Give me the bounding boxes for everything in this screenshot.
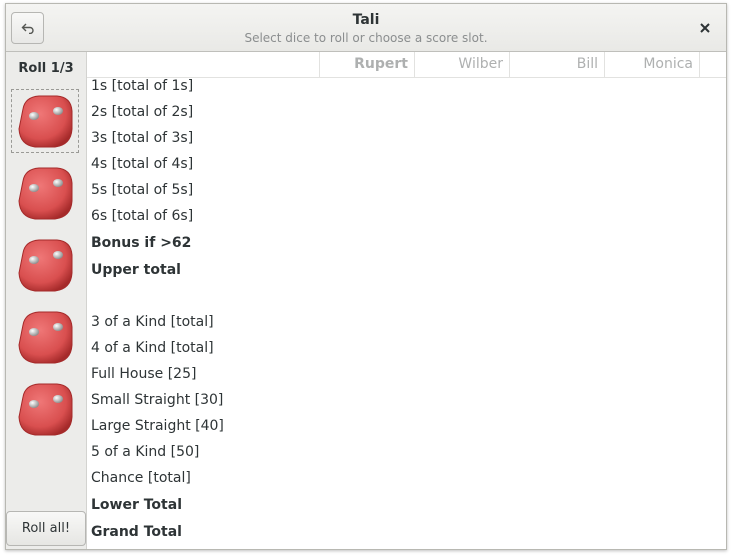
- roll-all-button[interactable]: Roll all!: [6, 511, 86, 546]
- score-row-label[interactable]: 4s [total of 4s]: [91, 156, 193, 172]
- score-row-label[interactable]: Small Straight [30]: [91, 392, 223, 408]
- score-row-label[interactable]: 5 of a Kind [50]: [91, 444, 199, 460]
- close-icon: [700, 23, 710, 33]
- dice-sidebar: Roll 1/3 Roll all!: [6, 52, 87, 549]
- roll-counter: Roll 1/3: [18, 61, 74, 76]
- score-table-header: Rupert Wilber Bill Monica: [87, 52, 726, 78]
- die-5[interactable]: [11, 377, 79, 441]
- window-title: Tali: [352, 12, 380, 28]
- score-row-label[interactable]: Full House [25]: [91, 366, 196, 382]
- score-row-label: Lower Total: [91, 497, 182, 513]
- player-column-monica: Monica: [604, 52, 699, 77]
- header-bar: Tali Select dice to roll or choose a sco…: [6, 4, 726, 52]
- score-row-label[interactable]: 3s [total of 3s]: [91, 130, 193, 146]
- score-row-label[interactable]: Large Straight [40]: [91, 418, 224, 434]
- die-4[interactable]: [11, 305, 79, 369]
- die-icon: [18, 239, 73, 292]
- score-row-label[interactable]: Chance [total]: [91, 470, 191, 486]
- column-divider: [699, 52, 706, 77]
- score-row-label: Bonus if >62: [91, 235, 192, 251]
- die-icon: [18, 167, 73, 220]
- die-icon: [18, 311, 73, 364]
- score-row-label[interactable]: 5s [total of 5s]: [91, 182, 193, 198]
- score-row-label[interactable]: 2s [total of 2s]: [91, 104, 193, 120]
- score-row-label[interactable]: 4 of a Kind [total]: [91, 340, 214, 356]
- app-window: Tali Select dice to roll or choose a sco…: [5, 3, 727, 550]
- window-subtitle: Select dice to roll or choose a score sl…: [244, 31, 488, 45]
- die-icon: [18, 95, 73, 148]
- die-1[interactable]: [11, 89, 79, 153]
- score-row-label[interactable]: 1s [total of 1s]: [91, 78, 193, 94]
- player-column-bill: Bill: [509, 52, 604, 77]
- die-3[interactable]: [11, 233, 79, 297]
- score-row-label: Grand Total: [91, 524, 182, 540]
- player-column-wilber: Wilber: [414, 52, 509, 77]
- score-row-label[interactable]: 3 of a Kind [total]: [91, 314, 214, 330]
- close-button[interactable]: [694, 17, 716, 39]
- score-row-label[interactable]: 6s [total of 6s]: [91, 208, 193, 224]
- player-column-rupert: Rupert: [319, 52, 414, 77]
- score-row-label: Upper total: [91, 262, 181, 278]
- die-icon: [18, 383, 73, 436]
- die-2[interactable]: [11, 161, 79, 225]
